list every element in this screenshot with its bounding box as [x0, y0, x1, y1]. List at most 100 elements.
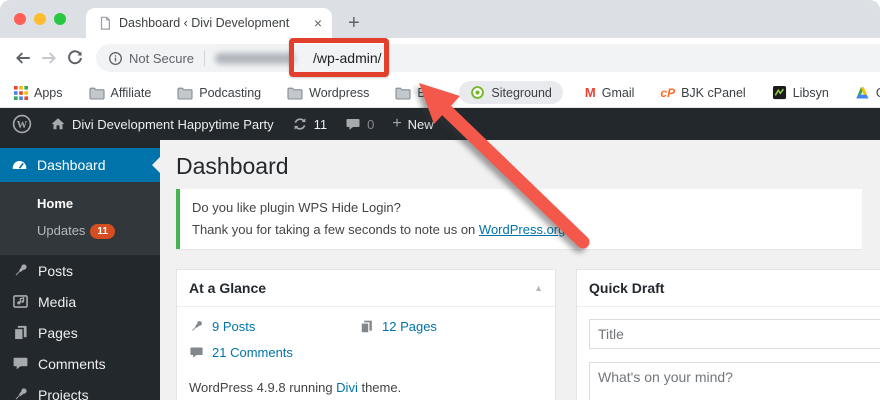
traffic-lights	[14, 13, 66, 25]
folder-icon	[177, 86, 193, 100]
update-count: 11	[313, 116, 328, 132]
active-menu-notch	[152, 157, 160, 173]
sidebar-item-projects[interactable]: Projects	[0, 379, 160, 400]
browser-toolbar: Not Secure /wp-admin/	[0, 38, 880, 78]
notice-line1: Do you like plugin WPS Hide Login?	[192, 200, 401, 215]
site-link[interactable]: Divi Development Happytime Party	[50, 116, 274, 132]
blurred-url	[215, 52, 296, 64]
bookmark-siteground[interactable]: Siteground	[459, 81, 563, 104]
theme-link[interactable]: Divi	[336, 380, 358, 395]
bookmark-gmail[interactable]: M Gmail	[585, 85, 635, 100]
media-icon	[12, 293, 29, 310]
comment-count: 0	[367, 116, 375, 132]
tab-title: Dashboard ‹ Divi Development	[119, 16, 290, 30]
draft-title-input[interactable]	[589, 319, 880, 350]
url-path: /wp-admin/	[289, 38, 389, 77]
wordpress-org-link[interactable]: WordPress.org	[479, 222, 565, 237]
gmail-icon: M	[584, 85, 596, 100]
wp-admin-bar: W Divi Development Happytime Party 11 0 …	[0, 108, 880, 140]
sidebar-item-dashboard[interactable]: Dashboard	[0, 148, 160, 182]
posts-stat: 9 Posts	[189, 319, 359, 334]
pages-stat: 12 Pages	[359, 319, 543, 334]
zoom-window-button[interactable]	[54, 13, 66, 25]
pages-icon	[359, 319, 374, 334]
svg-text:W: W	[17, 120, 28, 131]
updates-badge: 11	[90, 224, 115, 239]
sidebar-item-media[interactable]: Media	[0, 286, 160, 317]
sidebar-item-pages[interactable]: Pages	[0, 317, 160, 348]
bookmark-libsyn[interactable]: Libsyn	[772, 85, 829, 100]
draft-content-textarea[interactable]	[589, 362, 880, 400]
security-label: Not Secure	[129, 50, 195, 66]
wp-admin-content: Dashboard Do you like plugin WPS Hide Lo…	[160, 140, 880, 400]
tab-strip: Dashboard ‹ Divi Development × +	[0, 0, 880, 38]
plugin-notice: Do you like plugin WPS Hide Login? Thank…	[176, 189, 862, 250]
comment-icon	[189, 345, 204, 360]
browser-window: Dashboard ‹ Divi Development × + Not Sec…	[0, 0, 880, 400]
bookmark-bjk-cpanel[interactable]: cP BJK cPanel	[660, 86, 745, 100]
omnibox-divider	[204, 50, 206, 66]
site-name: Divi Development Happytime Party	[72, 116, 274, 132]
comments-menu[interactable]: 0	[345, 116, 374, 132]
comment-icon	[345, 116, 361, 132]
update-icon	[292, 116, 308, 132]
at-a-glance-header[interactable]: At a Glance ▲	[177, 270, 555, 308]
bookmark-google[interactable]: Google	[855, 86, 880, 100]
bookmark-podcasting[interactable]: Podcasting	[177, 86, 261, 100]
cpanel-icon: cP	[660, 85, 676, 100]
bookmark-apps[interactable]: Apps	[14, 85, 63, 100]
bookmarks-bar: Apps Affiliate Podcasting Wordpress Bib …	[0, 78, 880, 108]
tab-close-icon[interactable]: ×	[312, 16, 324, 30]
at-a-glance-title: At a Glance	[189, 280, 267, 297]
back-icon[interactable]	[10, 49, 36, 67]
folder-icon	[287, 86, 303, 100]
bookmark-wordpress[interactable]: Wordpress	[287, 86, 369, 100]
pushpin-icon	[12, 262, 29, 279]
reload-icon[interactable]	[62, 49, 88, 67]
gauge-icon	[11, 157, 28, 174]
updates-menu[interactable]: 11	[292, 116, 328, 132]
pages-icon	[12, 324, 29, 341]
pushpin-icon	[12, 386, 29, 400]
sidebar-item-updates[interactable]: Updates 11	[0, 217, 160, 245]
quick-draft-title: Quick Draft	[589, 280, 665, 297]
version-info: WordPress 4.9.8 running Divi theme. Sear…	[189, 380, 402, 396]
siteground-icon	[470, 85, 485, 100]
new-label: New	[407, 116, 434, 132]
apps-grid-icon	[14, 85, 28, 100]
pushpin-icon	[189, 319, 204, 334]
wp-logo-menu[interactable]: W	[12, 114, 32, 134]
sidebar-item-comments[interactable]: Comments	[0, 348, 160, 379]
wp-admin-sidebar: Dashboard Home Updates 11 Posts Media Pa…	[0, 140, 160, 400]
quick-draft-header[interactable]: Quick Draft	[577, 270, 880, 308]
folder-icon	[395, 86, 411, 100]
bookmark-bib[interactable]: Bib	[395, 86, 435, 100]
wordpress-logo-icon: W	[12, 114, 32, 134]
minimize-window-button[interactable]	[34, 13, 46, 25]
libsyn-icon	[772, 85, 787, 100]
pages-count-link[interactable]: 12 Pages	[382, 319, 437, 334]
sidebar-item-posts[interactable]: Posts	[0, 255, 160, 286]
home-icon	[50, 116, 66, 132]
dashboard-submenu: Home Updates 11	[0, 182, 160, 255]
quick-draft-widget: Quick Draft	[576, 269, 880, 400]
page-title: Dashboard	[176, 153, 289, 179]
document-favicon-icon	[98, 16, 112, 30]
forward-icon[interactable]	[36, 49, 62, 67]
folder-icon	[88, 86, 105, 100]
new-content-menu[interactable]: + New	[392, 116, 433, 132]
address-bar[interactable]: Not Secure /wp-admin/	[96, 38, 880, 77]
bookmark-affiliate[interactable]: Affiliate	[88, 86, 151, 100]
comment-icon	[12, 355, 29, 372]
info-icon[interactable]	[108, 51, 123, 66]
sidebar-item-home[interactable]: Home	[0, 190, 160, 217]
comments-stat: 21 Comments	[189, 345, 359, 360]
close-window-button[interactable]	[14, 13, 26, 25]
collapse-icon[interactable]: ▲	[534, 283, 543, 293]
google-drive-icon	[855, 86, 870, 100]
plus-icon: +	[392, 115, 402, 132]
comments-count-link[interactable]: 21 Comments	[212, 345, 293, 360]
browser-tab[interactable]: Dashboard ‹ Divi Development ×	[86, 8, 332, 38]
posts-count-link[interactable]: 9 Posts	[212, 319, 255, 334]
new-tab-button[interactable]: +	[348, 13, 360, 33]
